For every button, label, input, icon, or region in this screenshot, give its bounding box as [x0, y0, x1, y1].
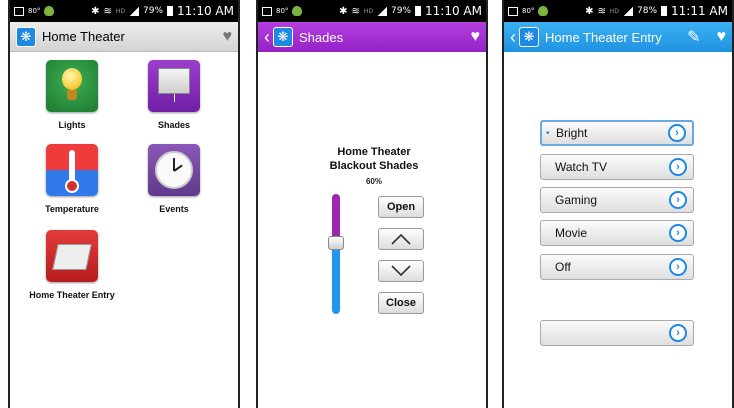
scene-label: Movie [555, 226, 588, 240]
tile-shades[interactable]: Shades [126, 60, 222, 130]
scene-button-movie[interactable]: Movie › [540, 220, 694, 246]
bluetooth-icon: ✱ [339, 5, 348, 17]
clock: 11:10 AM [177, 4, 234, 18]
tile-label: Shades [157, 120, 190, 130]
screenshot-icon [262, 6, 272, 16]
bluetooth-icon: ✱ [91, 5, 100, 17]
tile-label: Temperature [45, 204, 99, 214]
title-bar: ❋ Home Theater ♥ [10, 22, 238, 52]
battery-icon [167, 6, 174, 16]
app-logo-icon[interactable]: ❋ [16, 26, 36, 47]
clock-icon [148, 144, 200, 196]
screen-shades: 80° ✱ ≋ HD 79% 11:10 AM ‹ ❋ Shades ♥ Hom… [256, 0, 488, 408]
battery-percent: 79% [391, 6, 412, 16]
slider-thumb[interactable] [328, 236, 344, 250]
chevron-right-circle-icon[interactable]: › [669, 224, 687, 242]
back-chevron-icon[interactable]: ‹ [510, 28, 516, 46]
tile-label: Events [159, 204, 189, 214]
back-chevron-icon[interactable]: ‹ [264, 28, 270, 46]
tile-lights[interactable]: Lights [24, 60, 120, 130]
app-logo-icon[interactable]: ❋ [519, 27, 539, 47]
battery-icon [661, 6, 668, 16]
active-scene-indicator: • [546, 128, 550, 139]
favorite-heart-icon[interactable]: ♥ [471, 28, 481, 46]
screenshot-icon [508, 6, 518, 16]
title-bar: ‹ ❋ Home Theater Entry ✎ ♥ [504, 22, 732, 52]
status-bar: 80° ✱ ≋ HD 79% 11:10 AM [10, 0, 238, 22]
chevron-right-circle-icon[interactable]: › [668, 124, 686, 142]
device-title-line1: Home Theater [337, 146, 411, 158]
app-notification-icon [538, 6, 549, 16]
device-grid: Lights Shades Temperature Events Home Th… [10, 52, 238, 408]
lower-button[interactable] [378, 260, 424, 282]
lightbulb-icon [46, 60, 98, 112]
scene-label: Bright [556, 126, 588, 140]
signal-icon [129, 6, 140, 16]
shade-level-slider[interactable] [328, 194, 344, 314]
edit-pencil-icon[interactable]: ✎ [687, 27, 700, 47]
signal-icon [623, 6, 634, 16]
thermometer-icon [46, 144, 98, 196]
bluetooth-icon: ✱ [585, 5, 594, 17]
keypad-icon [46, 230, 98, 282]
screen-home-theater: 80° ✱ ≋ HD 79% 11:10 AM ❋ Home Theater ♥… [8, 0, 240, 408]
scene-button-blank[interactable]: › [540, 320, 694, 346]
wifi-icon: ≋ [103, 5, 112, 17]
app-notification-icon [292, 6, 303, 16]
status-bar: 80° ✱ ≋ HD 78% 11:11 AM [504, 0, 732, 22]
battery-percent: 79% [143, 6, 164, 16]
page-title: Home Theater Entry [545, 29, 662, 45]
raise-button[interactable] [378, 228, 424, 250]
chevron-right-circle-icon[interactable]: › [669, 191, 687, 209]
scene-button-off[interactable]: Off › [540, 254, 694, 280]
favorite-heart-icon[interactable]: ♥ [223, 28, 233, 46]
weather-temp: 80° [522, 7, 535, 15]
scene-label: Watch TV [555, 160, 608, 174]
scene-label: Gaming [555, 193, 598, 207]
chevron-right-circle-icon[interactable]: › [669, 158, 687, 176]
tile-events[interactable]: Events [126, 144, 222, 214]
chevron-right-circle-icon[interactable]: › [669, 258, 687, 276]
scene-button-gaming[interactable]: Gaming › [540, 187, 694, 213]
screen-home-theater-entry: 80° ✱ ≋ HD 78% 11:11 AM ‹ ❋ Home Theater… [502, 0, 734, 408]
tile-temperature[interactable]: Temperature [24, 144, 120, 214]
status-bar: 80° ✱ ≋ HD 79% 11:10 AM [258, 0, 486, 22]
tile-label: Lights [58, 120, 86, 130]
close-button[interactable]: Close [378, 292, 424, 314]
battery-percent: 78% [637, 6, 658, 16]
open-button[interactable]: Open [378, 196, 424, 218]
app-logo-icon[interactable]: ❋ [273, 27, 293, 47]
clock: 11:11 AM [671, 4, 728, 18]
device-title-line2: Blackout Shades [329, 160, 419, 172]
tile-home-theater-entry[interactable]: Home Theater Entry [24, 230, 120, 300]
page-title: Home Theater [42, 29, 125, 44]
hd-badge: HD [115, 7, 126, 15]
shade-level-readout: 60% [365, 177, 382, 186]
device-title: Home Theater Blackout Shades [258, 145, 486, 173]
page-title: Shades [299, 29, 344, 45]
battery-icon [415, 6, 422, 16]
chevron-right-circle-icon[interactable]: › [669, 324, 687, 342]
hd-badge: HD [363, 7, 374, 15]
favorite-heart-icon[interactable]: ♥ [717, 28, 727, 46]
scene-button-bright[interactable]: • Bright › [540, 120, 694, 146]
clock: 11:10 AM [425, 4, 482, 18]
wifi-icon: ≋ [597, 5, 606, 17]
tile-label: Home Theater Entry [29, 290, 115, 300]
scene-label: Off [555, 260, 571, 274]
shade-icon [148, 60, 200, 112]
down-arrow-icon [391, 265, 411, 277]
signal-icon [377, 6, 388, 16]
screenshot-icon [14, 6, 24, 16]
weather-temp: 80° [276, 7, 289, 15]
hd-badge: HD [609, 7, 620, 15]
weather-temp: 80° [28, 7, 41, 15]
app-notification-icon [44, 6, 55, 16]
title-bar: ‹ ❋ Shades ♥ [258, 22, 486, 52]
wifi-icon: ≋ [351, 5, 360, 17]
scene-button-watch-tv[interactable]: Watch TV › [540, 154, 694, 180]
up-arrow-icon [391, 233, 411, 245]
